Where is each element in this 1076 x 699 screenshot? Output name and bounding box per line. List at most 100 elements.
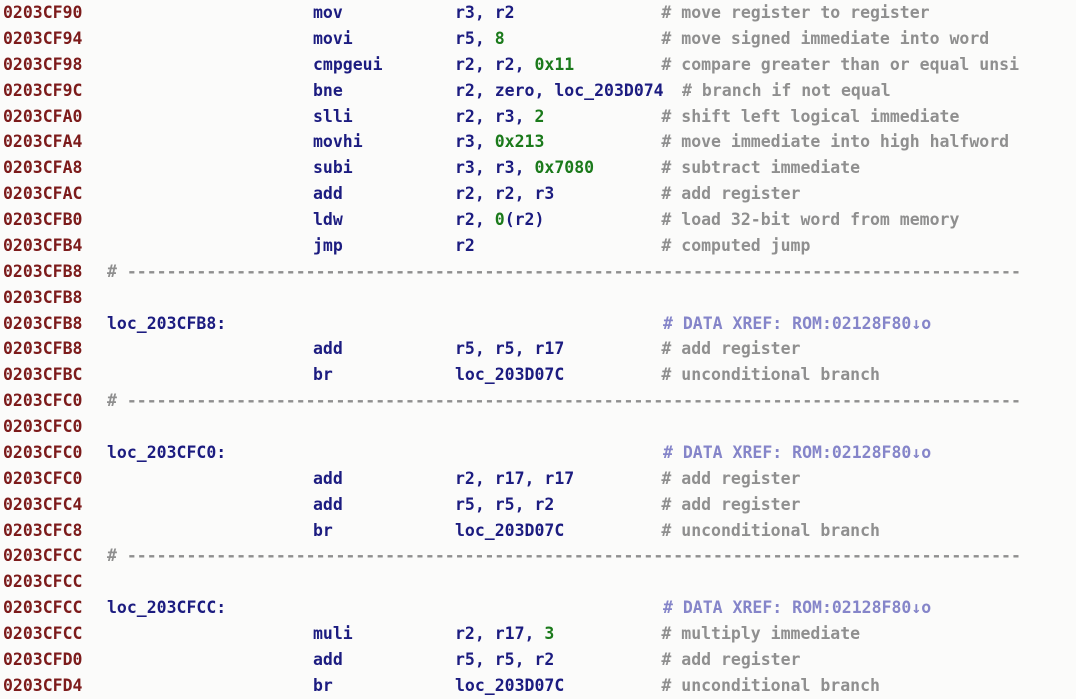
instruction-operands[interactable]: r2: [455, 233, 475, 259]
xref-comment[interactable]: # DATA XREF: ROM:02128F80↓o: [663, 595, 931, 621]
operand-reg[interactable]: r2, r3,: [455, 107, 534, 126]
instruction-mnemonic[interactable]: cmpgeui: [313, 52, 383, 78]
disassembly-row[interactable]: 0203CFB8: [0, 285, 1076, 311]
operand-reg[interactable]: r2: [455, 236, 475, 255]
instruction-operands[interactable]: r5, 8: [455, 26, 505, 52]
address-cell: 0203CFB8: [3, 313, 83, 333]
operand-num[interactable]: 0: [495, 210, 505, 229]
disassembly-row[interactable]: 0203CFCC: [0, 569, 1076, 595]
operand-reg[interactable]: r2, r17, r17: [455, 469, 574, 488]
operand-reg[interactable]: r2, zero,: [455, 81, 554, 100]
instruction-mnemonic[interactable]: mov: [313, 0, 343, 26]
disassembly-row[interactable]: 0203CFA0 slli r2, r3, 2 # shift left logica…: [0, 104, 1076, 130]
instruction-mnemonic[interactable]: br: [313, 518, 333, 544]
disassembly-row[interactable]: 0203CFB4 jmp r2 # computed jump: [0, 233, 1076, 259]
instruction-mnemonic[interactable]: bne: [313, 78, 343, 104]
operand-reg[interactable]: r5,: [455, 29, 495, 48]
disassembly-row[interactable]: 0203CFAC add r2, r2, r3 # add register: [0, 181, 1076, 207]
instruction-mnemonic[interactable]: add: [313, 181, 343, 207]
instruction-mnemonic[interactable]: br: [313, 362, 333, 388]
disassembly-row[interactable]: 0203CFC8 br loc_203D07C # unconditional bra…: [0, 518, 1076, 544]
operand-reg[interactable]: r3, r3,: [455, 158, 534, 177]
operand-reg[interactable]: r3, r2: [455, 3, 515, 22]
instruction-operands[interactable]: r2, 0(r2): [455, 207, 544, 233]
instruction-operands[interactable]: r2, r2, 0x11: [455, 52, 574, 78]
disassembly-row[interactable]: 0203CFD0 add r5, r5, r2 # add register: [0, 647, 1076, 673]
operand-num[interactable]: 8: [495, 29, 505, 48]
disassembly-listing[interactable]: 0203CF90 mov r3, r2 # move register to regi…: [0, 0, 1076, 695]
operand-reg[interactable]: r2,: [455, 210, 495, 229]
disassembly-row[interactable]: 0203CF98 cmpgeui r2, r2, 0x11 # compare gre…: [0, 52, 1076, 78]
disassembly-row[interactable]: 0203CF9C bne r2, zero, loc_203D074 # branch…: [0, 78, 1076, 104]
disassembly-row[interactable]: 0203CFCC muli r2, r17, 3 # multiply immedia…: [0, 621, 1076, 647]
instruction-operands[interactable]: r2, r3, 2: [455, 104, 544, 130]
operand-loc[interactable]: loc_203D07C: [455, 365, 564, 384]
instruction-operands[interactable]: r5, r5, r2: [455, 492, 554, 518]
instruction-operands[interactable]: r3, r2: [455, 0, 515, 26]
instruction-operands[interactable]: r2, r17, 3: [455, 621, 554, 647]
disassembly-row[interactable]: 0203CFD4 br loc_203D07C # unconditional bra…: [0, 673, 1076, 699]
operand-loc[interactable]: loc_203D07C: [455, 676, 564, 695]
disassembly-row[interactable]: 0203CFA8 subi r3, r3, 0x7080 # subtract imm…: [0, 155, 1076, 181]
disassembly-row[interactable]: 0203CFA4 movhi r3, 0x213 # move immediate i…: [0, 129, 1076, 155]
disassembly-row[interactable]: 0203CF90 mov r3, r2 # move register to regi…: [0, 0, 1076, 26]
instruction-mnemonic[interactable]: movi: [313, 26, 353, 52]
code-label[interactable]: loc_203CFC0:: [107, 440, 226, 466]
instruction-mnemonic[interactable]: add: [313, 647, 343, 673]
operand-num[interactable]: 0x11: [534, 55, 574, 74]
instruction-mnemonic[interactable]: movhi: [313, 129, 363, 155]
disassembly-row[interactable]: 0203CFC0 # ------------------------------…: [0, 388, 1076, 414]
operand-num[interactable]: 2: [534, 107, 544, 126]
instruction-operands[interactable]: r5, r5, r17: [455, 336, 564, 362]
disassembly-row[interactable]: 0203CFC0 loc_203CFC0: # DATA XREF: ROM:021…: [0, 440, 1076, 466]
instruction-mnemonic[interactable]: jmp: [313, 233, 343, 259]
instruction-mnemonic[interactable]: add: [313, 336, 343, 362]
disassembly-row[interactable]: 0203CFC0 add r2, r17, r17 # add register: [0, 466, 1076, 492]
instruction-operands[interactable]: loc_203D07C: [455, 362, 564, 388]
instruction-operands[interactable]: loc_203D07C: [455, 518, 564, 544]
operand-loc[interactable]: loc_203D074: [554, 81, 663, 100]
operand-reg[interactable]: r2, r17,: [455, 624, 544, 643]
xref-comment[interactable]: # DATA XREF: ROM:02128F80↓o: [663, 311, 931, 337]
operand-reg[interactable]: r2, r2, r3: [455, 184, 554, 203]
instruction-comment: # subtract immediate: [661, 158, 861, 178]
address-cell: 0203CFCC: [3, 572, 83, 592]
instruction-operands[interactable]: r2, zero, loc_203D074: [455, 78, 664, 104]
instruction-operands[interactable]: r3, 0x213: [455, 129, 544, 155]
operand-reg[interactable]: r5, r5, r2: [455, 650, 554, 669]
operand-reg[interactable]: (r2): [505, 210, 545, 229]
operand-reg[interactable]: r2, r2,: [455, 55, 534, 74]
instruction-operands[interactable]: r5, r5, r2: [455, 647, 554, 673]
disassembly-row[interactable]: 0203CFC4 add r5, r5, r2 # add register: [0, 492, 1076, 518]
instruction-operands[interactable]: r2, r2, r3: [455, 181, 554, 207]
disassembly-row[interactable]: 0203CFBC br loc_203D07C # unconditional bra…: [0, 362, 1076, 388]
disassembly-row[interactable]: 0203CFB8 # ------------------------------…: [0, 259, 1076, 285]
operand-reg[interactable]: r5, r5, r2: [455, 495, 554, 514]
instruction-mnemonic[interactable]: ldw: [313, 207, 343, 233]
disassembly-row[interactable]: 0203CFCC loc_203CFCC: # DATA XREF: ROM:021…: [0, 595, 1076, 621]
instruction-operands[interactable]: loc_203D07C: [455, 673, 564, 699]
instruction-mnemonic[interactable]: subi: [313, 155, 353, 181]
disassembly-row[interactable]: 0203CFC0: [0, 414, 1076, 440]
operand-num[interactable]: 3: [544, 624, 554, 643]
operand-num[interactable]: 0x7080: [534, 158, 594, 177]
xref-comment[interactable]: # DATA XREF: ROM:02128F80↓o: [663, 440, 931, 466]
instruction-mnemonic[interactable]: add: [313, 492, 343, 518]
instruction-operands[interactable]: r3, r3, 0x7080: [455, 155, 594, 181]
operand-reg[interactable]: r3,: [455, 132, 495, 151]
disassembly-row[interactable]: 0203CFB8 add r5, r5, r17 # add register: [0, 336, 1076, 362]
operand-reg[interactable]: r5, r5, r17: [455, 339, 564, 358]
instruction-operands[interactable]: r2, r17, r17: [455, 466, 574, 492]
code-label[interactable]: loc_203CFCC:: [107, 595, 226, 621]
instruction-mnemonic[interactable]: slli: [313, 104, 353, 130]
instruction-mnemonic[interactable]: add: [313, 466, 343, 492]
disassembly-row[interactable]: 0203CFCC # ------------------------------…: [0, 543, 1076, 569]
disassembly-row[interactable]: 0203CFB0 ldw r2, 0(r2) # load 32-bit word f…: [0, 207, 1076, 233]
code-label[interactable]: loc_203CFB8:: [107, 311, 226, 337]
disassembly-row[interactable]: 0203CFB8 loc_203CFB8: # DATA XREF: ROM:021…: [0, 311, 1076, 337]
disassembly-row[interactable]: 0203CF94 movi r5, 8 # move signed immediate…: [0, 26, 1076, 52]
operand-num[interactable]: 0x213: [495, 132, 545, 151]
instruction-mnemonic[interactable]: muli: [313, 621, 353, 647]
operand-loc[interactable]: loc_203D07C: [455, 521, 564, 540]
instruction-mnemonic[interactable]: br: [313, 673, 333, 699]
